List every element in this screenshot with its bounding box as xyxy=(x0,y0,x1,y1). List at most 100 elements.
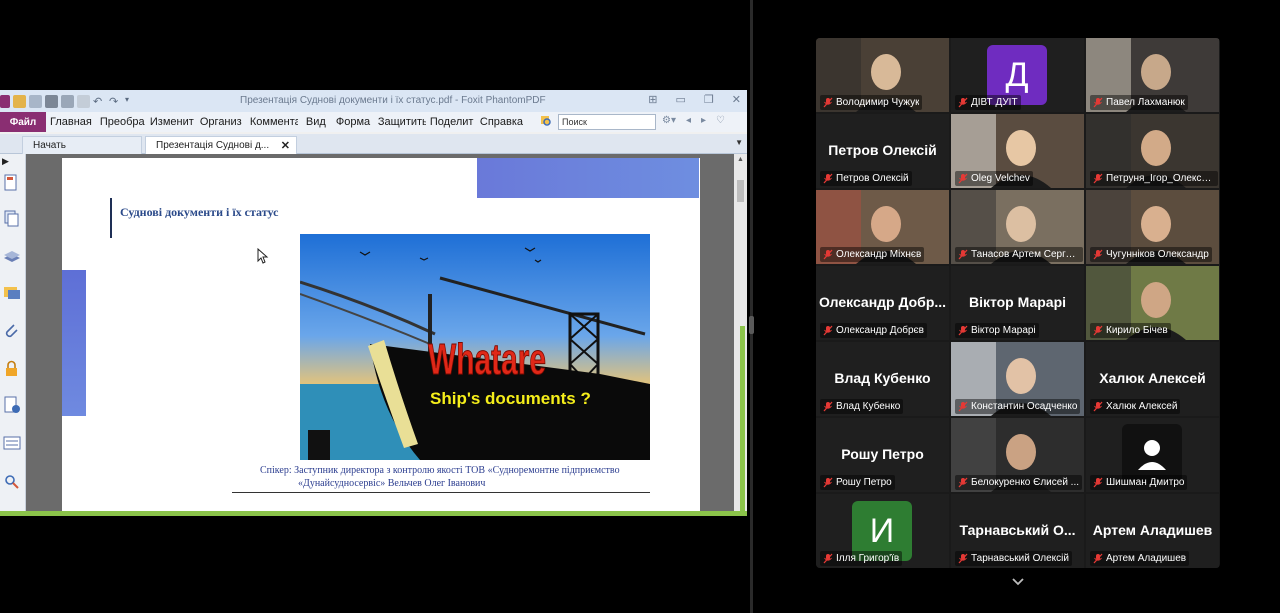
participant-label: Володимир Чужук xyxy=(820,95,923,110)
participant-name: Віктор Марарі xyxy=(971,325,1036,336)
menu-help[interactable]: Справка xyxy=(476,116,527,128)
participant-tile[interactable]: Віктор Марарі Віктор Марарі xyxy=(951,266,1084,340)
tab-document[interactable]: Презентація Суднові д... ✕ xyxy=(145,136,297,154)
undo-icon[interactable]: ↶ xyxy=(93,95,106,108)
speaker-line-1: Спікер: Заступник директора з контролю я… xyxy=(260,465,620,476)
new-icon[interactable] xyxy=(77,94,90,108)
menu-comment[interactable]: Коммента xyxy=(246,116,298,128)
menu-form[interactable]: Форма xyxy=(332,116,374,128)
participant-tile[interactable]: Артем Аладишев Артем Аладишев xyxy=(1086,494,1219,568)
slide-headline: Whatare xyxy=(428,335,546,384)
split-divider[interactable] xyxy=(750,0,753,613)
attachment-icon[interactable] xyxy=(2,322,22,340)
menu-home[interactable]: Главная xyxy=(46,116,96,128)
participant-tile[interactable]: Чугунніков Олександр xyxy=(1086,190,1219,264)
participant-tile[interactable]: Белокуренко Єлисей ... xyxy=(951,418,1084,492)
scroll-thumb[interactable] xyxy=(737,180,744,202)
mic-muted-icon xyxy=(1093,325,1103,336)
participant-tile[interactable]: И Ілля Григор'їв xyxy=(816,494,949,568)
participant-tile[interactable]: Петров Олексій Петров Олексій xyxy=(816,114,949,188)
prev-arrow-icon[interactable]: ◂ xyxy=(686,115,691,126)
participant-name: Володимир Чужук xyxy=(836,97,920,108)
mic-muted-icon xyxy=(958,553,968,564)
menu-convert[interactable]: Преобра xyxy=(96,116,146,128)
participant-name: Шишман Дмитро xyxy=(1106,477,1185,488)
document-info-icon[interactable] xyxy=(2,396,22,414)
slide-illustration: Whatare Ship's documents ? xyxy=(300,234,650,460)
user-icon xyxy=(1138,440,1166,470)
search-input[interactable]: Поиск xyxy=(558,114,656,130)
close-icon[interactable]: ✕ xyxy=(281,139,290,152)
tab-start[interactable]: Начать xyxy=(22,136,142,154)
participant-name: Петруня_Ігор_Олекса... xyxy=(1106,173,1215,184)
split-handle[interactable] xyxy=(749,316,754,334)
participant-label: ДІВТ ДУІТ xyxy=(955,95,1021,110)
participant-tile[interactable]: Рошу Петро Рошу Петро xyxy=(816,418,949,492)
next-arrow-icon[interactable]: ▸ xyxy=(701,115,706,126)
chevron-down-icon[interactable] xyxy=(1010,574,1026,590)
participant-name: ДІВТ ДУІТ xyxy=(971,97,1018,108)
participant-tile[interactable]: Влад Кубенко Влад Кубенко xyxy=(816,342,949,416)
stack-icon[interactable] xyxy=(2,248,22,266)
participant-label: Oleg Velchev xyxy=(955,171,1033,186)
participant-label: Артем Аладишев xyxy=(1090,551,1190,566)
participant-tile[interactable]: Тарнавський О... Тарнавський Олексій xyxy=(951,494,1084,568)
customize-icon[interactable]: ▾ xyxy=(125,95,138,108)
layout-icon[interactable]: ⊞ xyxy=(648,93,657,106)
search-tool-icon[interactable] xyxy=(540,115,553,128)
mic-muted-icon xyxy=(823,401,833,412)
participant-tile[interactable]: Халюк Алексей Халюк Алексей xyxy=(1086,342,1219,416)
participant-tile[interactable]: Кирило Бічев xyxy=(1086,266,1219,340)
menu-organize[interactable]: Организ xyxy=(196,116,246,128)
slide-accent-line xyxy=(110,198,112,238)
participant-tile[interactable]: Олександр Добр... Олександр Добрєв xyxy=(816,266,949,340)
document-viewport[interactable]: Суднові документи і їх статус Whatare Sh… xyxy=(26,154,734,511)
participant-label: Влад Кубенко xyxy=(820,399,904,414)
search-tools-icon[interactable] xyxy=(2,472,22,490)
participant-tile[interactable]: Павел Лахманюк xyxy=(1086,38,1219,112)
participant-tile[interactable]: Володимир Чужук xyxy=(816,38,949,112)
participant-tile[interactable]: Д ДІВТ ДУІТ xyxy=(951,38,1084,112)
heart-icon[interactable]: ♡ xyxy=(716,115,725,126)
minimize-button[interactable]: ▭ xyxy=(676,93,686,106)
slide-footer-rule xyxy=(232,492,650,493)
participant-tile[interactable]: Танасов Артем Сергее... xyxy=(951,190,1084,264)
expand-arrow-icon[interactable]: ▶ xyxy=(2,156,22,174)
save-icon[interactable] xyxy=(29,94,42,108)
menu-view[interactable]: Вид xyxy=(298,116,332,128)
layers-icon[interactable] xyxy=(2,210,22,228)
participant-tile[interactable]: Олександр Міхнєв xyxy=(816,190,949,264)
lock-icon[interactable] xyxy=(2,360,22,378)
participant-label: Петруня_Ігор_Олекса... xyxy=(1090,171,1218,186)
participant-name-large: Петров Олексій xyxy=(828,142,937,158)
settings-gear-icon[interactable]: ⚙▾ xyxy=(662,115,676,126)
close-button[interactable]: ✕ xyxy=(732,93,741,106)
menu-edit[interactable]: Изменит xyxy=(146,116,196,128)
mic-muted-icon xyxy=(823,249,833,260)
open-icon[interactable] xyxy=(13,94,26,108)
participant-name: Кирило Бічев xyxy=(1106,325,1168,336)
participant-tile[interactable]: Шишман Дмитро xyxy=(1086,418,1219,492)
menu-protect[interactable]: Защитить xyxy=(374,116,426,128)
participant-tile[interactable]: Константин Осадченко xyxy=(951,342,1084,416)
form-fields-icon[interactable] xyxy=(2,434,22,452)
comments-icon[interactable] xyxy=(2,284,22,302)
scroll-up-icon[interactable]: ▲ xyxy=(737,156,744,163)
participant-label: Олександр Добрєв xyxy=(820,323,927,338)
tab-list-icon[interactable]: ▼ xyxy=(735,138,743,147)
participant-label: Петров Олексій xyxy=(820,171,912,186)
menu-share[interactable]: Поделит xyxy=(426,116,476,128)
slide-decor-bar xyxy=(477,158,699,198)
pages-icon[interactable] xyxy=(2,174,22,192)
scan-icon[interactable] xyxy=(61,94,74,108)
mic-muted-icon xyxy=(823,97,833,108)
participant-tile[interactable]: Oleg Velchev xyxy=(951,114,1084,188)
participant-tile[interactable]: Петруня_Ігор_Олекса... xyxy=(1086,114,1219,188)
navigation-sidebar: ▶ xyxy=(0,154,26,511)
restore-button[interactable]: ❐ xyxy=(704,93,714,106)
print-icon[interactable] xyxy=(45,94,58,108)
participant-name-large: Влад Кубенко xyxy=(834,370,931,386)
participant-label: Рошу Петро xyxy=(820,475,895,490)
redo-icon[interactable]: ↷ xyxy=(109,95,122,108)
menu-file[interactable]: Файл xyxy=(0,112,46,132)
